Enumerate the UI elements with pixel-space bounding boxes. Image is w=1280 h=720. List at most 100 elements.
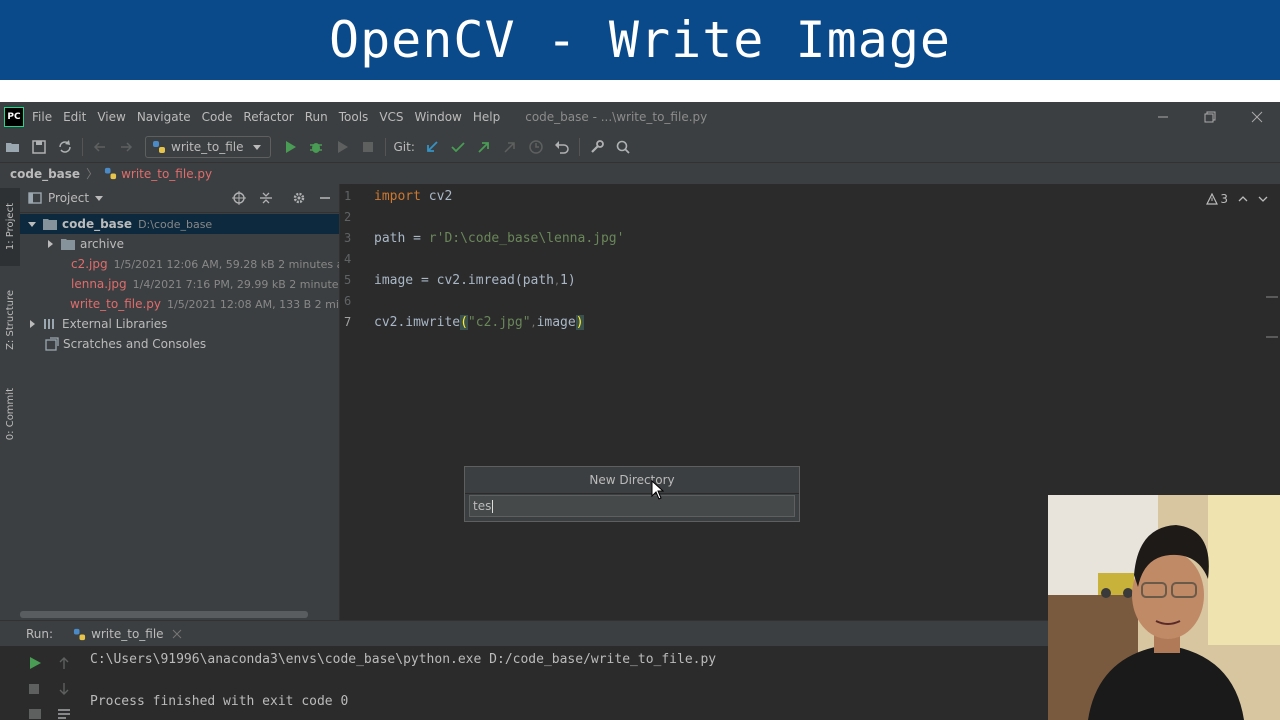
tab-commit[interactable]: 0: Commit — [0, 374, 20, 454]
run-icon[interactable] — [277, 134, 303, 160]
error-stripe-mark[interactable] — [1266, 296, 1278, 298]
tab-project[interactable]: 1: Project — [0, 188, 20, 266]
git-commit-icon[interactable] — [445, 134, 471, 160]
arrow-up-icon[interactable] — [58, 656, 70, 670]
line-number: 2 — [344, 210, 352, 224]
console-exit-line: Process finished with exit code 0 — [90, 694, 349, 709]
layout-icon[interactable] — [28, 708, 42, 720]
menu-refactor[interactable]: Refactor — [243, 110, 293, 124]
code-text: image = cv2.imread(path — [374, 272, 555, 288]
rollback-icon[interactable] — [549, 134, 575, 160]
open-folder-icon[interactable] — [0, 134, 26, 160]
soft-wrap-icon[interactable] — [57, 708, 71, 720]
menu-code[interactable]: Code — [202, 110, 233, 124]
error-stripe-mark[interactable] — [1266, 336, 1278, 338]
menu-vcs[interactable]: VCS — [379, 110, 403, 124]
tree-file-write-to-file[interactable]: write_to_file.py 1/5/2021 12:08 AM, 133 … — [20, 294, 339, 314]
project-panel-title[interactable]: Project — [48, 191, 89, 205]
menu-view[interactable]: View — [97, 110, 125, 124]
history-icon[interactable] — [523, 134, 549, 160]
tree-file-lenna[interactable]: lenna.jpg 1/4/2021 7:16 PM, 29.99 kB 2 m… — [20, 274, 339, 294]
tree-file-c2[interactable]: c2.jpg 1/5/2021 12:06 AM, 59.28 kB 2 min… — [20, 254, 339, 274]
breadcrumb-project[interactable]: code_base — [10, 167, 80, 181]
git-push-icon[interactable] — [471, 134, 497, 160]
main-toolbar: write_to_file Git: — [0, 132, 1280, 163]
breadcrumb-file[interactable]: write_to_file.py — [121, 167, 212, 181]
rerun-icon[interactable] — [28, 656, 42, 670]
toolbar-separator — [82, 138, 83, 156]
arrow-down-icon[interactable] — [58, 682, 70, 696]
git-update-icon[interactable] — [419, 134, 445, 160]
warning-count: 3 — [1220, 192, 1228, 206]
chevron-right-icon — [48, 240, 53, 248]
code-keyword: import — [374, 188, 421, 204]
code-brace: ) — [575, 314, 584, 330]
forward-icon[interactable] — [113, 134, 139, 160]
save-icon[interactable] — [26, 134, 52, 160]
presenter-video-image — [1048, 495, 1280, 720]
tree-external-libraries[interactable]: External Libraries — [20, 314, 339, 334]
code-brace: ( — [460, 314, 468, 330]
menu-window[interactable]: Window — [415, 110, 462, 124]
menu-run[interactable]: Run — [305, 110, 328, 124]
stop-icon[interactable] — [28, 683, 40, 695]
collapse-all-icon[interactable] — [259, 191, 273, 205]
tab-structure[interactable]: Z: Structure — [0, 280, 20, 360]
stop-icon[interactable] — [355, 134, 381, 160]
locate-icon[interactable] — [232, 191, 246, 205]
breadcrumb-separator: 〉 — [86, 167, 99, 181]
menu-edit[interactable]: Edit — [63, 110, 86, 124]
run-tab-label[interactable]: write_to_file — [91, 627, 164, 641]
gear-icon[interactable] — [292, 191, 306, 205]
hide-panel-icon[interactable] — [318, 191, 332, 205]
run-label: Run: — [26, 627, 54, 641]
folder-icon — [43, 219, 57, 230]
tree-root-path: D:\code_base — [138, 217, 213, 231]
directory-name-value: tes — [473, 499, 492, 513]
restore-icon[interactable] — [1187, 102, 1233, 132]
tree-file-meta: 1/4/2021 7:16 PM, 29.99 kB 2 minutes ago — [132, 277, 339, 291]
line-number: 1 — [344, 189, 352, 203]
back-icon[interactable] — [87, 134, 113, 160]
sync-icon[interactable] — [52, 134, 78, 160]
title-banner: OpenCV - Write Image — [0, 0, 1280, 80]
code-text: cv2 — [420, 188, 453, 204]
chevron-down-icon[interactable] — [1258, 194, 1268, 204]
wrench-icon[interactable] — [584, 134, 610, 160]
menu-navigate[interactable]: Navigate — [137, 110, 191, 124]
tree-file-name: write_to_file.py — [70, 297, 162, 311]
chevron-up-icon[interactable] — [1238, 194, 1248, 204]
menu-file[interactable]: File — [32, 110, 52, 124]
python-icon — [73, 628, 86, 640]
debug-icon[interactable] — [303, 134, 329, 160]
minimize-icon[interactable] — [1140, 102, 1186, 132]
tree-folder-archive[interactable]: archive — [20, 234, 339, 254]
tree-file-meta: 1/5/2021 12:06 AM, 59.28 kB 2 minutes ag… — [113, 257, 339, 271]
tree-root-code-base[interactable]: code_base D:\code_base — [20, 214, 339, 234]
menu-help[interactable]: Help — [473, 110, 500, 124]
run-config-select[interactable]: write_to_file — [145, 136, 271, 158]
text-caret — [492, 499, 494, 513]
tree-file-name: c2.jpg — [71, 257, 108, 271]
directory-name-input[interactable]: tes — [469, 495, 795, 517]
code-text: cv2.imwrite — [374, 314, 461, 330]
python-icon — [153, 141, 165, 153]
coverage-icon[interactable] — [329, 134, 355, 160]
banner-title: OpenCV - Write Image — [328, 11, 952, 69]
code-line: 5 image = cv2.imread(path,1) — [340, 270, 1280, 290]
dialog-title: New Directory — [465, 467, 799, 494]
git-fetch-icon[interactable] — [497, 134, 523, 160]
webcam-overlay — [1048, 495, 1280, 720]
project-panel-header: Project — [20, 184, 339, 213]
chevron-down-icon[interactable] — [94, 193, 104, 203]
close-icon[interactable] — [172, 629, 182, 639]
menu-tools[interactable]: Tools — [339, 110, 369, 124]
project-horizontal-scrollbar[interactable] — [20, 611, 308, 618]
search-icon[interactable] — [610, 134, 636, 160]
project-view-icon — [28, 192, 42, 204]
close-window-icon[interactable] — [1234, 102, 1280, 132]
run-config-label: write_to_file — [171, 140, 244, 154]
inspection-widget[interactable]: 3 — [1206, 192, 1268, 206]
tree-scratches[interactable]: Scratches and Consoles — [20, 334, 339, 354]
line-number: 5 — [344, 273, 352, 287]
